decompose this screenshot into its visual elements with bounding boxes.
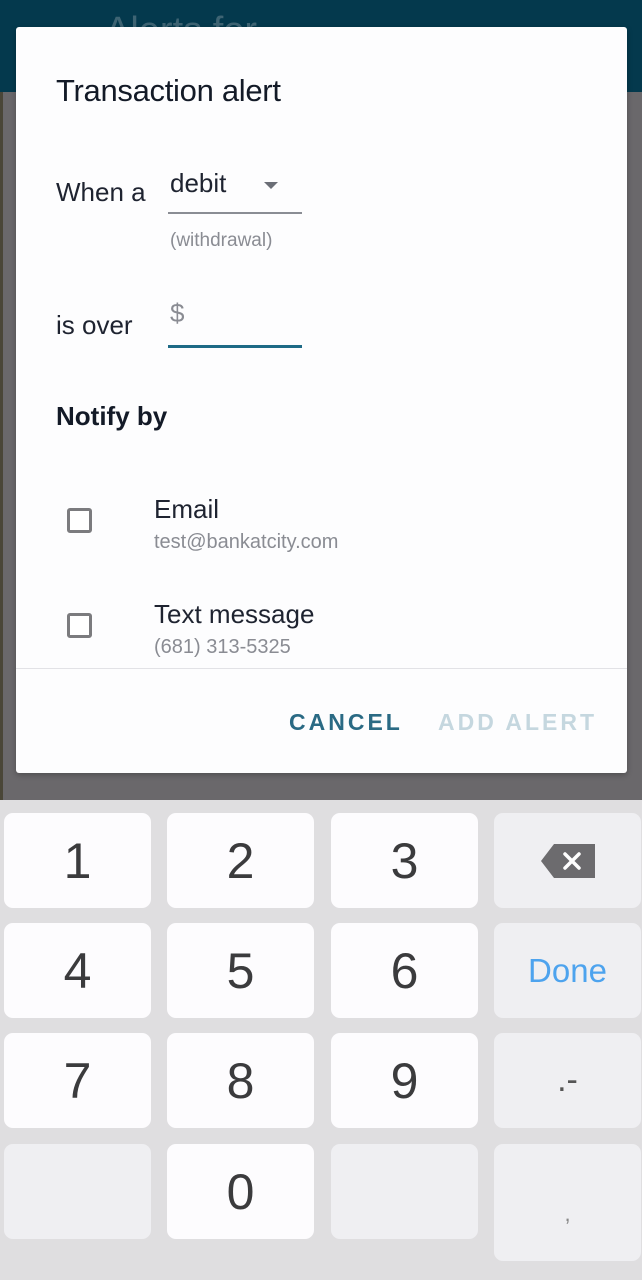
dialog-divider xyxy=(16,668,627,669)
key-9[interactable]: 9 xyxy=(331,1033,478,1128)
key-5[interactable]: 5 xyxy=(167,923,314,1018)
notify-option-label: Text message xyxy=(154,599,315,629)
key-6[interactable]: 6 xyxy=(331,923,478,1018)
when-label: When a xyxy=(56,177,146,207)
key-4[interactable]: 4 xyxy=(4,923,151,1018)
notify-option-detail: (681) 313-5325 xyxy=(154,636,291,658)
transaction-type-helper: (withdrawal) xyxy=(170,230,273,251)
email-checkbox[interactable] xyxy=(67,508,92,533)
blank-key-right[interactable] xyxy=(331,1144,478,1239)
notify-section-title: Notify by xyxy=(56,401,168,431)
currency-prefix: $ xyxy=(170,298,185,328)
notify-option-email[interactable]: Email test@bankatcity.com xyxy=(16,489,627,569)
notify-option-label: Email xyxy=(154,494,220,524)
symbol-key[interactable]: .- xyxy=(494,1033,641,1128)
key-3[interactable]: 3 xyxy=(331,813,478,908)
backspace-key[interactable] xyxy=(494,813,641,908)
cancel-button[interactable]: CANCEL xyxy=(289,709,403,736)
add-alert-button[interactable]: ADD ALERT xyxy=(438,709,597,736)
key-2[interactable]: 2 xyxy=(167,813,314,908)
comma-key[interactable]: , xyxy=(494,1144,641,1261)
dropdown-arrow-icon xyxy=(264,182,278,189)
transaction-alert-dialog: Transaction alert When a debit (withdraw… xyxy=(16,27,627,773)
amount-label: is over xyxy=(56,310,133,340)
blank-key-left[interactable] xyxy=(4,1144,151,1239)
background-edge xyxy=(0,92,3,800)
transaction-type-value: debit xyxy=(170,168,227,198)
text-message-checkbox[interactable] xyxy=(67,613,92,638)
key-0[interactable]: 0 xyxy=(167,1144,314,1239)
key-7[interactable]: 7 xyxy=(4,1033,151,1128)
numeric-keyboard: 1 2 3 4 5 6 Done 7 8 9 .- 0 , xyxy=(0,800,642,1280)
notify-option-detail: test@bankatcity.com xyxy=(154,531,339,553)
dialog-title: Transaction alert xyxy=(56,73,281,108)
key-8[interactable]: 8 xyxy=(167,1033,314,1128)
backspace-icon xyxy=(540,843,595,878)
done-key[interactable]: Done xyxy=(494,923,641,1018)
notify-option-text-message[interactable]: Text message (681) 313-5325 xyxy=(16,593,627,673)
transaction-type-select[interactable]: debit xyxy=(168,163,302,214)
amount-input[interactable] xyxy=(194,295,302,341)
amount-field[interactable]: $ xyxy=(168,295,302,348)
key-1[interactable]: 1 xyxy=(4,813,151,908)
